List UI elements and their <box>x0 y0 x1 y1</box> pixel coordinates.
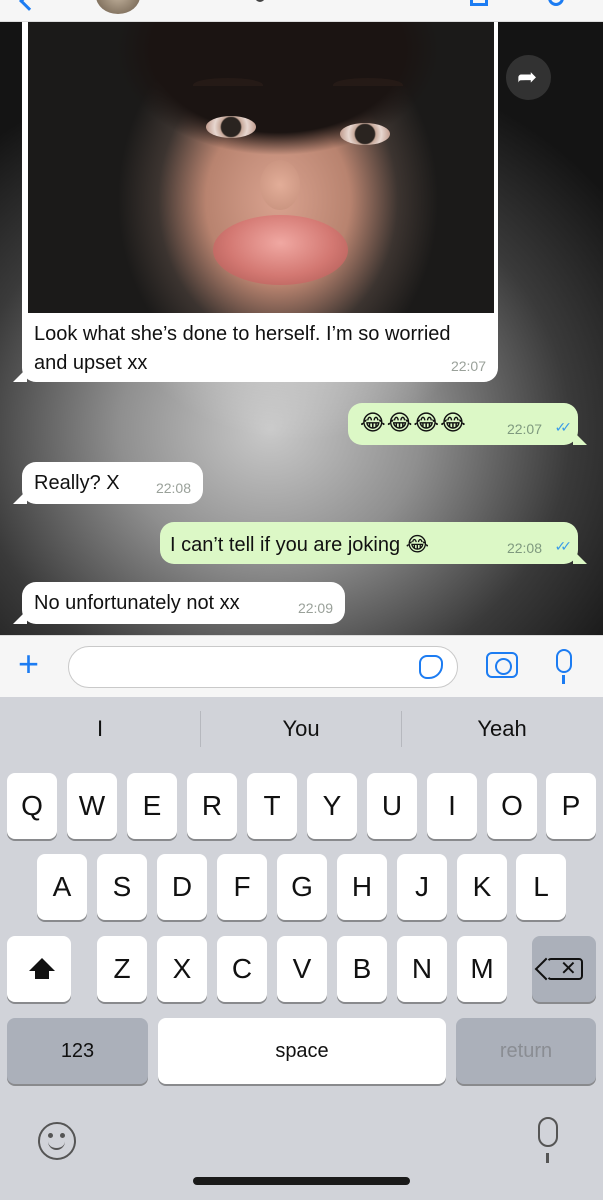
key-a[interactable]: A <box>37 854 87 920</box>
backspace-glyph: ✕ <box>560 958 577 980</box>
bubble-tail <box>573 431 587 445</box>
key-s[interactable]: S <box>97 854 147 920</box>
bubble-tail <box>13 490 27 504</box>
message-time: 22:07 <box>450 358 486 374</box>
image-message[interactable]: Look what she’s done to herself. I’m so … <box>13 10 498 382</box>
chat-header <box>0 0 603 22</box>
key-r[interactable]: R <box>187 773 237 839</box>
key-b[interactable]: B <box>337 936 387 1002</box>
contact-avatar[interactable] <box>96 0 140 14</box>
numbers-key[interactable]: 123 <box>7 1018 148 1084</box>
bubble-tail <box>13 368 27 382</box>
camera-icon[interactable] <box>486 652 518 678</box>
read-ticks-icon: ✓✓ <box>554 538 573 554</box>
microphone-icon[interactable] <box>556 649 572 684</box>
message-time: 22:09 <box>297 600 333 616</box>
key-t[interactable]: T <box>247 773 297 839</box>
attach-plus-icon[interactable]: + <box>18 646 39 682</box>
shift-key[interactable] <box>7 936 71 1002</box>
key-i[interactable]: I <box>427 773 477 839</box>
compose-bar: + <box>0 635 603 697</box>
backspace-key[interactable]: ✕ <box>532 936 596 1002</box>
space-key[interactable]: space <box>158 1018 446 1084</box>
key-e[interactable]: E <box>127 773 177 839</box>
photo-right-eye <box>340 123 390 145</box>
message-text: 😂😂😂😂 <box>360 410 467 435</box>
key-g[interactable]: G <box>277 854 327 920</box>
incoming-message[interactable]: No unfortunately not xx 22:09 <box>13 582 345 624</box>
backspace-icon: ✕ <box>547 958 583 980</box>
contact-name[interactable] <box>255 0 265 2</box>
key-h[interactable]: H <box>337 854 387 920</box>
key-q[interactable]: Q <box>7 773 57 839</box>
sticker-icon[interactable] <box>419 655 443 679</box>
message-input[interactable] <box>68 646 458 688</box>
key-d[interactable]: D <box>157 854 207 920</box>
photo-right-brow <box>333 78 403 92</box>
key-l[interactable]: L <box>516 854 566 920</box>
key-u[interactable]: U <box>367 773 417 839</box>
key-z[interactable]: Z <box>97 936 147 1002</box>
dictation-mic-icon[interactable] <box>538 1117 558 1163</box>
photo-nose <box>260 160 300 210</box>
key-p[interactable]: P <box>546 773 596 839</box>
key-c[interactable]: C <box>217 936 267 1002</box>
message-text: Look what she’s done to herself. I’m so … <box>34 323 451 374</box>
video-call-icon[interactable] <box>470 0 488 6</box>
suggestion-2[interactable]: You <box>201 697 401 761</box>
message-time: 22:08 <box>506 540 542 556</box>
forward-button[interactable]: ➦ <box>506 55 551 100</box>
key-k[interactable]: K <box>457 854 507 920</box>
keyboard: I You Yeah Q W E R T Y U I O P A S D F G… <box>0 697 603 1200</box>
key-n[interactable]: N <box>397 936 447 1002</box>
return-key[interactable]: return <box>456 1018 596 1084</box>
photo-left-brow <box>193 78 263 92</box>
voice-call-icon[interactable] <box>548 0 564 6</box>
key-v[interactable]: V <box>277 936 327 1002</box>
outgoing-message[interactable]: I can’t tell if you are joking 😂 22:08 ✓… <box>160 522 587 564</box>
home-indicator[interactable] <box>193 1177 410 1185</box>
read-ticks-icon: ✓✓ <box>554 419 573 435</box>
predictive-bar: I You Yeah <box>0 697 603 761</box>
message-time: 22:07 <box>506 421 542 437</box>
bubble-tail <box>573 550 587 564</box>
key-w[interactable]: W <box>67 773 117 839</box>
key-j[interactable]: J <box>397 854 447 920</box>
bubble-tail <box>13 610 27 624</box>
incoming-message[interactable]: Really? X 22:08 <box>13 462 203 504</box>
key-y[interactable]: Y <box>307 773 357 839</box>
message-text: Really? X <box>34 472 120 494</box>
outgoing-message[interactable]: 😂😂😂😂 22:07 ✓✓ <box>348 403 587 445</box>
photo-left-eye <box>206 116 256 138</box>
back-chevron-icon[interactable] <box>19 0 39 11</box>
shift-stem <box>35 970 49 979</box>
message-time: 22:08 <box>155 480 191 496</box>
key-f[interactable]: F <box>217 854 267 920</box>
key-x[interactable]: X <box>157 936 207 1002</box>
message-text: I can’t tell if you are joking 😂 <box>170 534 430 556</box>
photo-lips <box>213 215 348 285</box>
emoji-keyboard-icon[interactable] <box>38 1122 76 1160</box>
key-o[interactable]: O <box>487 773 537 839</box>
key-m[interactable]: M <box>457 936 507 1002</box>
message-text: No unfortunately not xx <box>34 592 240 614</box>
message-photo[interactable] <box>28 10 494 313</box>
forward-icon: ➦ <box>517 64 538 91</box>
chat-area[interactable]: Look what she’s done to herself. I’m so … <box>0 0 603 635</box>
suggestion-1[interactable]: I <box>0 697 200 761</box>
suggestion-3[interactable]: Yeah <box>402 697 602 761</box>
